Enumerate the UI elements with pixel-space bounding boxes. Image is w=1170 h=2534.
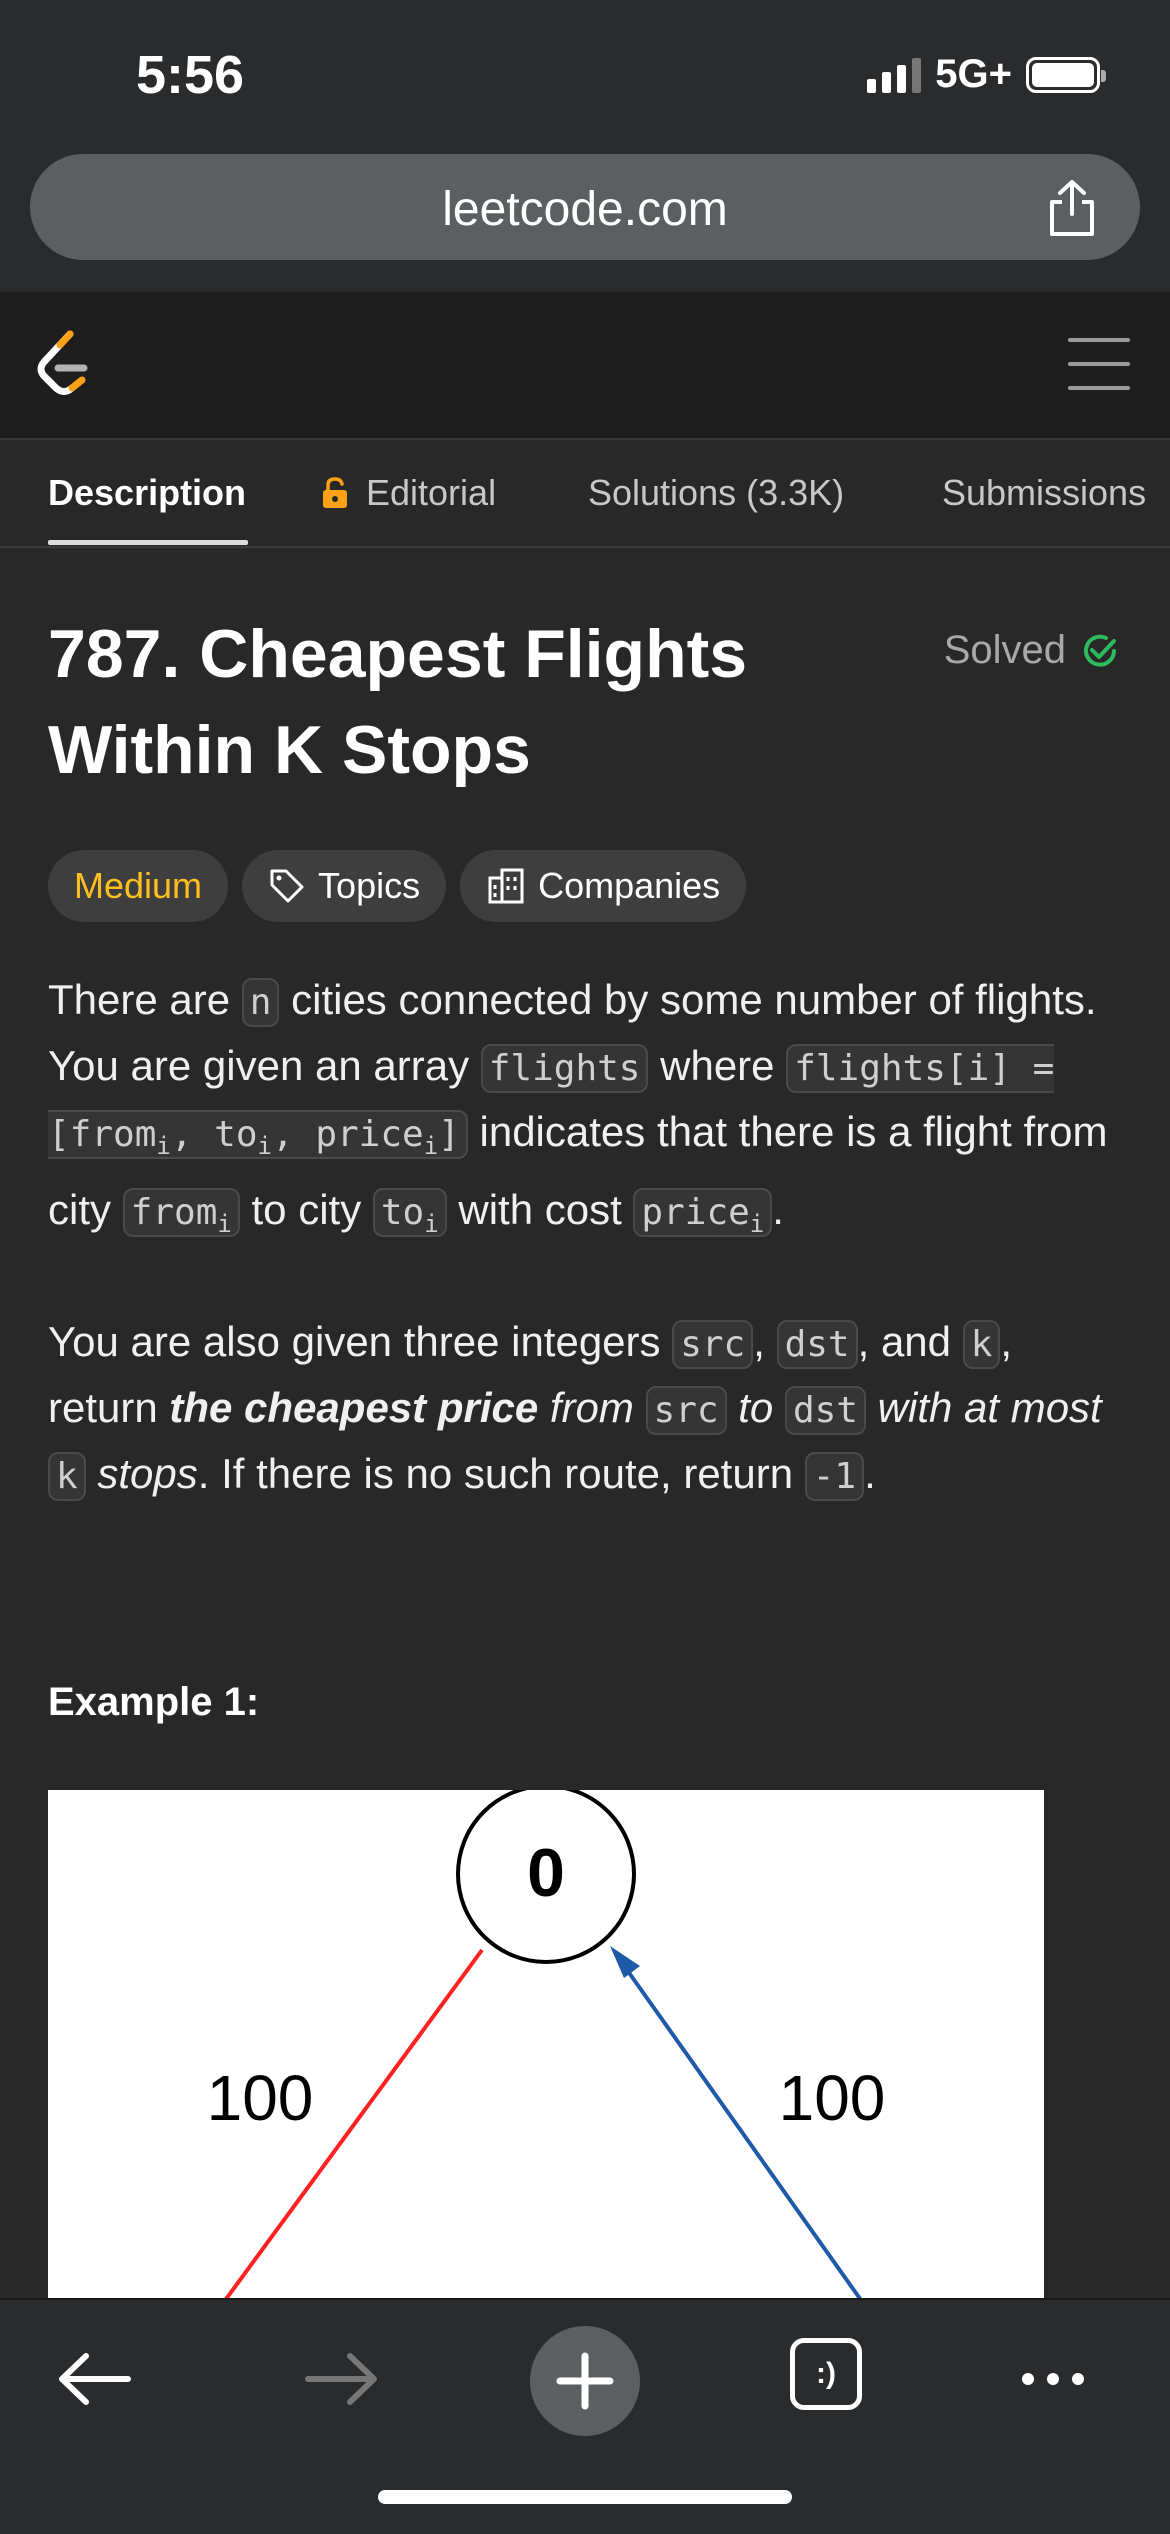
browser-toolbar: leetcode.com (0, 150, 1170, 294)
hamburger-menu-icon[interactable] (1068, 338, 1130, 390)
new-tab-button[interactable] (530, 2326, 640, 2436)
code-text: price (641, 1192, 750, 1234)
code-text: , to (170, 1114, 258, 1155)
text: There are (48, 976, 242, 1023)
graph-node-label: 0 (527, 1835, 565, 1911)
home-indicator (378, 2490, 792, 2504)
tab-switcher-button[interactable]: :) (790, 2338, 862, 2410)
url-text[interactable]: leetcode.com (30, 182, 1140, 237)
companies-button[interactable]: Companies (460, 850, 747, 922)
graph-svg: 0 100 100 (207, 1790, 886, 2298)
lock-icon (323, 477, 347, 508)
solved-label: Solved (943, 628, 1066, 672)
text: , (753, 1318, 777, 1366)
topics-label: Topics (318, 865, 421, 906)
inline-code: fromi (122, 1188, 240, 1239)
problem-title: 787. Cheapest Flights Within K Stops (48, 606, 868, 798)
forward-arrow-icon[interactable] (296, 2334, 386, 2424)
tab-description[interactable]: Description (48, 472, 246, 514)
back-arrow-icon[interactable] (50, 2334, 140, 2424)
status-indicators: 5G+ (867, 52, 1106, 97)
subscript: i (217, 1210, 232, 1239)
subscript: i (156, 1132, 171, 1161)
problem-title-line2: Within K Stops (48, 712, 531, 788)
code-text: from (130, 1192, 218, 1234)
tab-editorial-label: Editorial (366, 472, 497, 513)
share-icon[interactable] (1044, 178, 1100, 238)
subscript: i (257, 1132, 272, 1161)
inline-code: dst (776, 1320, 858, 1370)
check-circle-icon (1084, 634, 1116, 667)
description-paragraph-1: There are n cities connected by some num… (48, 968, 1122, 1256)
problem-tags: Medium Topics Companies (48, 850, 747, 922)
tab-submissions[interactable]: Submissions (942, 472, 1146, 514)
network-type: 5G+ (935, 52, 1012, 96)
inline-code: src (672, 1320, 754, 1370)
italic-text: to (726, 1384, 785, 1432)
inline-code: dst (784, 1386, 866, 1436)
tab-switcher-label: :) (816, 2357, 836, 2390)
solved-status: Solved (944, 628, 1120, 673)
code-text: ] (438, 1114, 460, 1155)
text: with cost (446, 1186, 634, 1234)
text: to city (239, 1186, 373, 1234)
inline-code: n (241, 978, 280, 1027)
companies-label: Companies (538, 865, 721, 906)
inline-code: k (962, 1320, 1001, 1370)
text: where (648, 1042, 787, 1089)
signal-icon (867, 57, 922, 93)
address-bar[interactable]: leetcode.com (30, 154, 1140, 260)
emphasis-text: the cheapest price (169, 1384, 539, 1432)
edge-left-label: 100 (207, 2062, 314, 2134)
plus-icon (556, 2352, 614, 2410)
more-options-icon[interactable] (1008, 2334, 1098, 2424)
active-tab-indicator (48, 540, 248, 545)
problem-tabs: Description Editorial Solutions (3.3K) S… (0, 440, 1170, 548)
subscript: i (423, 1132, 439, 1161)
tag-icon (270, 869, 304, 903)
text: , and (857, 1318, 963, 1366)
difficulty-badge: Medium (48, 850, 229, 922)
subscript: i (749, 1210, 765, 1239)
inline-code: pricei (633, 1188, 773, 1239)
status-time: 5:56 (136, 45, 245, 105)
subscript: i (424, 1210, 439, 1239)
inline-code: flights (480, 1044, 649, 1093)
example-heading: Example 1: (48, 1680, 260, 1724)
text: . If there is no such route, return (197, 1450, 805, 1498)
edge-right-label: 100 (779, 2062, 886, 2134)
inline-code: toi (372, 1188, 447, 1239)
site-header (0, 292, 1170, 440)
building-icon (488, 868, 524, 904)
difficulty-label: Medium (74, 865, 203, 906)
code-text: to (380, 1192, 425, 1234)
inline-code: src (645, 1386, 727, 1436)
edge-right-arrowhead (610, 1946, 640, 1978)
tab-editorial[interactable]: Editorial (320, 472, 496, 514)
italic-text: from (538, 1384, 646, 1432)
tab-solutions[interactable]: Solutions (3.3K) (588, 472, 844, 514)
status-bar: 5:56 5G+ (0, 0, 1170, 150)
leetcode-logo-icon[interactable] (34, 328, 98, 400)
problem-title-line1: 787. Cheapest Flights (48, 616, 748, 692)
battery-icon (1026, 56, 1106, 93)
example-graph-figure: 0 100 100 (48, 1790, 1044, 2298)
code-text: , price (271, 1114, 424, 1155)
problem-description: There are n cities connected by some num… (48, 968, 1122, 1562)
inline-code: -1 (804, 1452, 865, 1502)
text: . (772, 1186, 784, 1234)
topics-button[interactable]: Topics (242, 850, 447, 922)
text: You are also given three integers (48, 1318, 673, 1366)
text: . (864, 1450, 876, 1498)
description-paragraph-2: You are also given three integers src, d… (48, 1310, 1122, 1508)
italic-text: stops (85, 1450, 198, 1498)
inline-code: k (48, 1452, 86, 1502)
italic-text: with at most (865, 1384, 1102, 1432)
